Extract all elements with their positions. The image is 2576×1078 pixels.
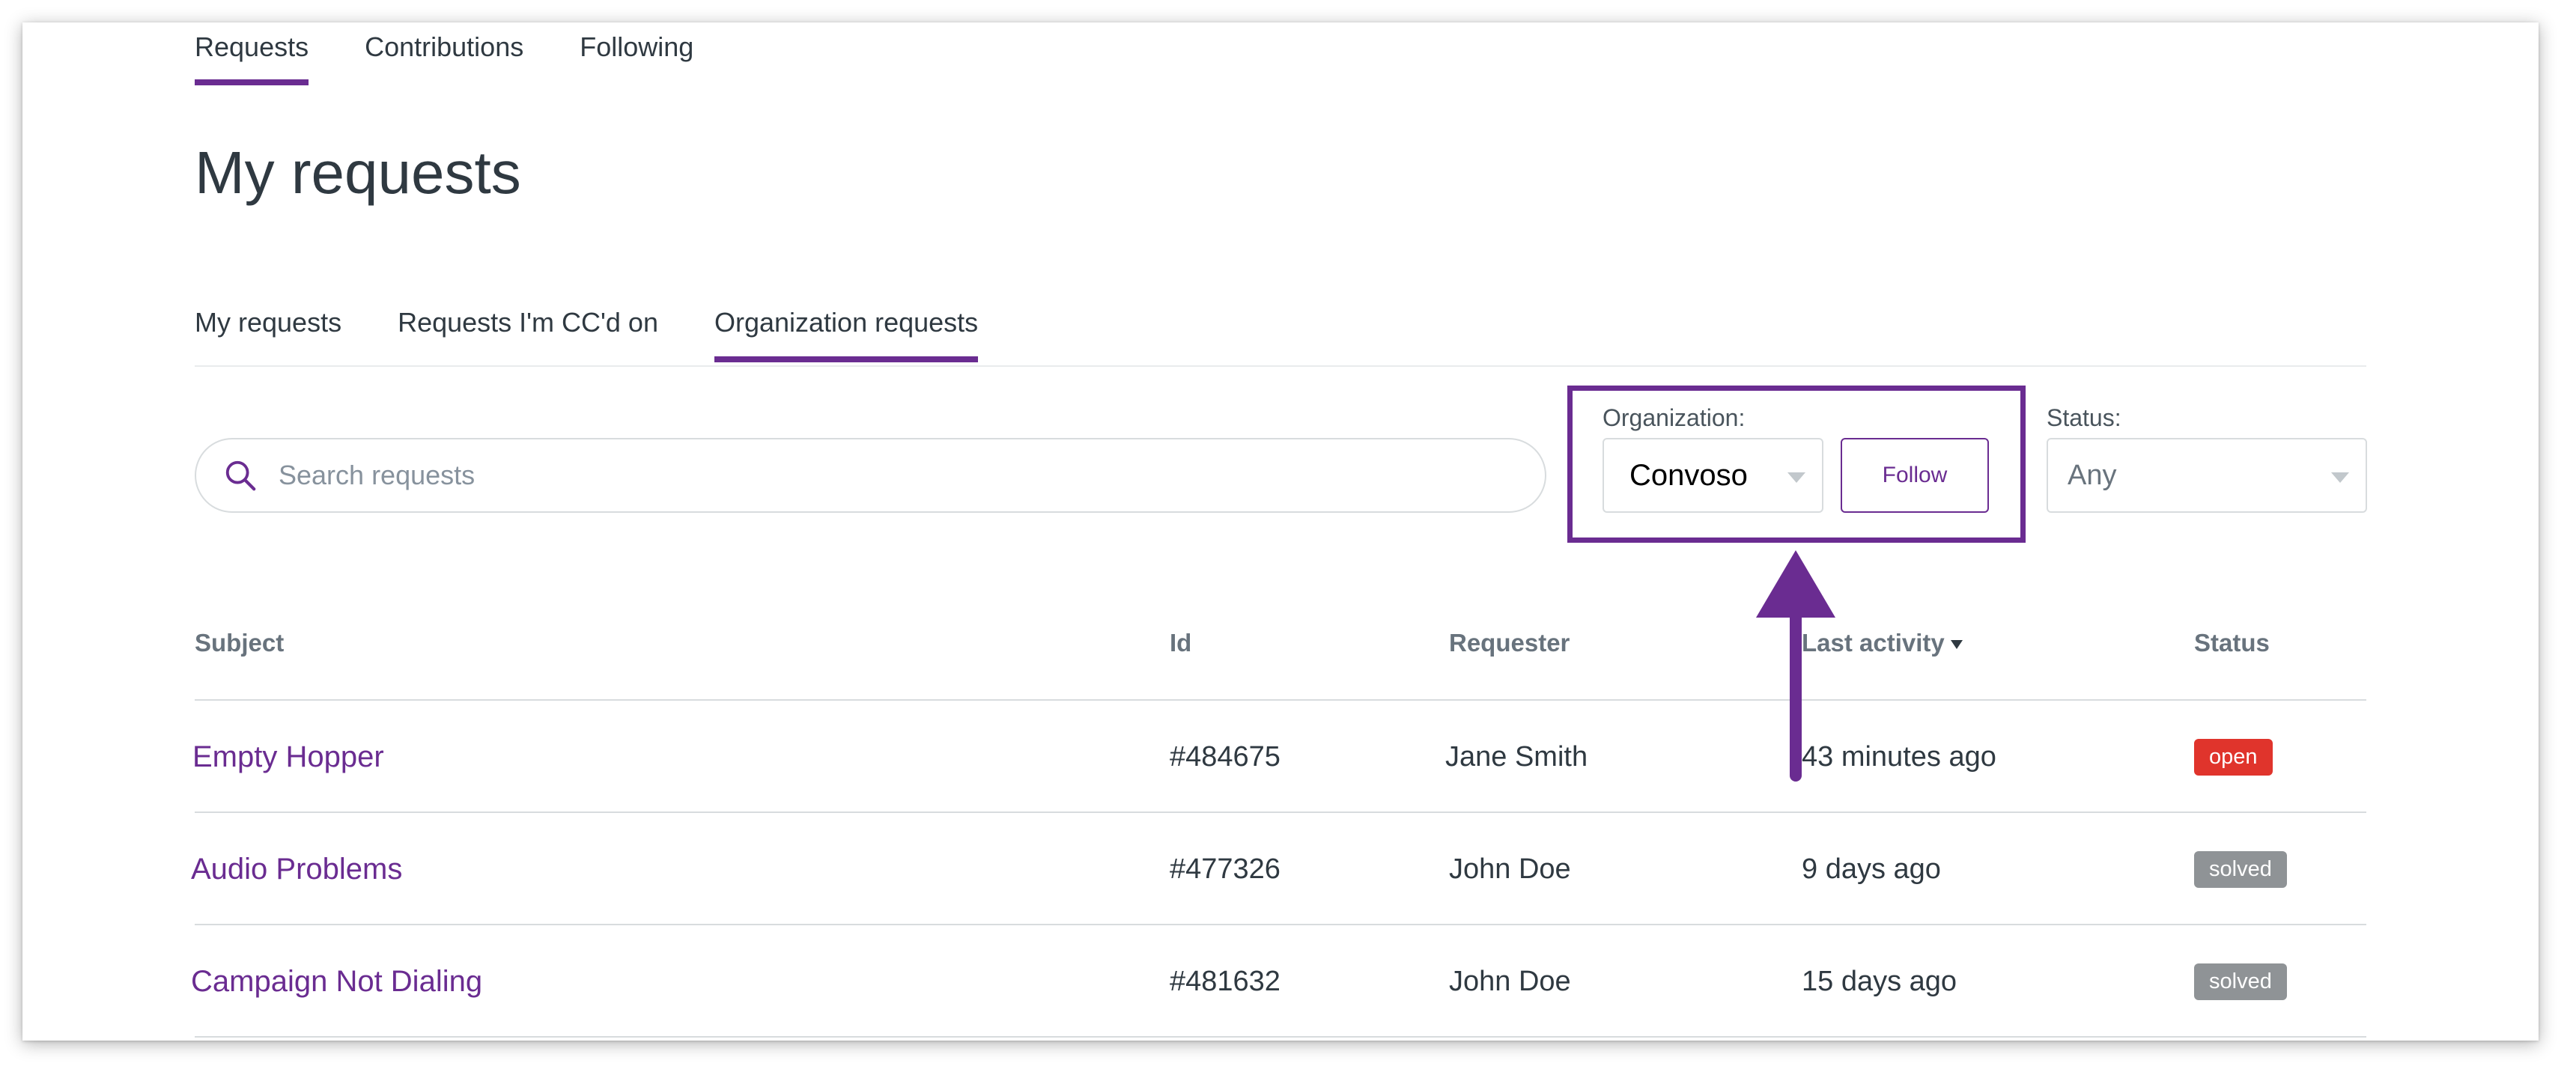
requester-name: John Doe (1449, 853, 1571, 885)
organization-label: Organization: (1603, 404, 1746, 431)
subject-cell: Campaign Not Dialing (191, 925, 482, 1038)
chevron-down-icon (1787, 472, 1805, 483)
subtab-cc-requests[interactable]: Requests I'm CC'd on (398, 284, 658, 365)
sort-descending-icon (1950, 640, 1963, 650)
status-badge: solved (2194, 963, 2287, 1000)
status-badge: open (2194, 738, 2273, 776)
column-header-subject[interactable]: Subject (195, 629, 284, 657)
page-title: My requests (195, 139, 521, 206)
sub-tabs: My requests Requests I'm CC'd on Organiz… (195, 284, 2366, 367)
search-bar (195, 438, 1546, 513)
request-link[interactable]: Audio Problems (191, 853, 402, 886)
status-badge: solved (2194, 850, 2287, 888)
column-header-status[interactable]: Status (2194, 629, 2270, 657)
last-activity: 9 days ago (1802, 853, 1941, 885)
request-id: #477326 (1170, 853, 1281, 885)
organization-select[interactable]: Convoso (1603, 438, 1823, 513)
top-tabs: Requests Contributions Following (195, 22, 750, 90)
help-center-page: Requests Contributions Following My requ… (22, 22, 2539, 1041)
follow-button[interactable]: Follow (1841, 438, 1989, 513)
status-filter-label: Status: (2047, 404, 2121, 431)
request-link[interactable]: Campaign Not Dialing (191, 965, 482, 999)
request-link[interactable]: Empty Hopper (192, 740, 384, 774)
column-header-id[interactable]: Id (1170, 629, 1191, 657)
tab-requests[interactable]: Requests (195, 22, 309, 90)
requester-name: John Doe (1449, 965, 1571, 997)
status-cell: open (2194, 701, 2273, 813)
table-divider (195, 1036, 2366, 1038)
chevron-down-icon (2331, 472, 2349, 483)
subtab-my-requests[interactable]: My requests (195, 284, 341, 365)
search-icon (225, 460, 256, 491)
last-activity: 43 minutes ago (1802, 740, 1996, 773)
status-cell: solved (2194, 925, 2287, 1038)
requester-name: Jane Smith (1445, 740, 1588, 773)
table-row: Empty Hopper #484675 Jane Smith 43 minut… (22, 701, 2539, 813)
subject-cell: Empty Hopper (192, 701, 384, 813)
status-select[interactable]: Any (2047, 438, 2367, 513)
table-row: Campaign Not Dialing #481632 John Doe 15… (22, 925, 2539, 1038)
tab-contributions[interactable]: Contributions (365, 22, 523, 90)
request-id: #484675 (1170, 740, 1281, 773)
search-input[interactable] (279, 460, 1477, 491)
subject-cell: Audio Problems (191, 813, 402, 925)
last-activity-label: Last activity (1802, 629, 1945, 657)
column-header-requester[interactable]: Requester (1449, 629, 1570, 657)
status-cell: solved (2194, 813, 2287, 925)
table-row: Audio Problems #477326 John Doe 9 days a… (22, 813, 2539, 925)
column-header-last-activity[interactable]: Last activity (1802, 629, 1963, 657)
last-activity: 15 days ago (1802, 965, 1957, 997)
request-id: #481632 (1170, 965, 1281, 997)
subtab-organization-requests[interactable]: Organization requests (714, 284, 979, 365)
status-filter-value: Any (2068, 459, 2117, 491)
tab-following[interactable]: Following (580, 22, 693, 90)
organization-value: Convoso (1629, 458, 1748, 492)
